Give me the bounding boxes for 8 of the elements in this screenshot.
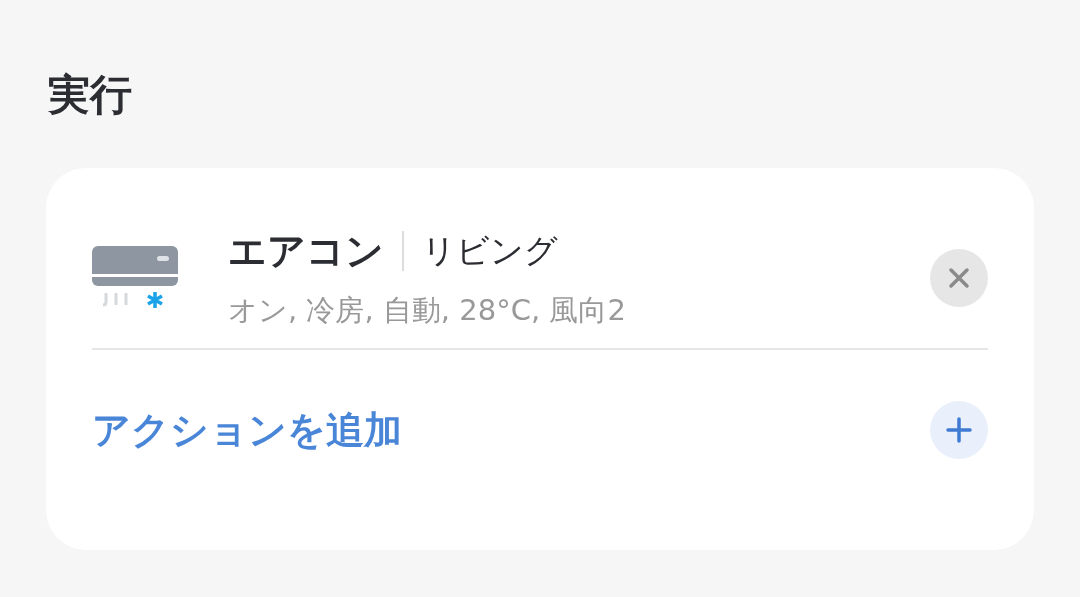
device-name: エアコン — [228, 227, 384, 275]
close-icon — [948, 267, 970, 289]
air-conditioner-icon — [92, 246, 180, 310]
section-title: 実行 — [48, 69, 133, 121]
room-name: リビング — [422, 229, 558, 272]
action-summary: オン, 冷房, 自動, 28°C, 風向2 — [228, 291, 627, 329]
add-action-link[interactable]: アクションを追加 — [92, 404, 402, 456]
plus-icon — [946, 417, 972, 443]
